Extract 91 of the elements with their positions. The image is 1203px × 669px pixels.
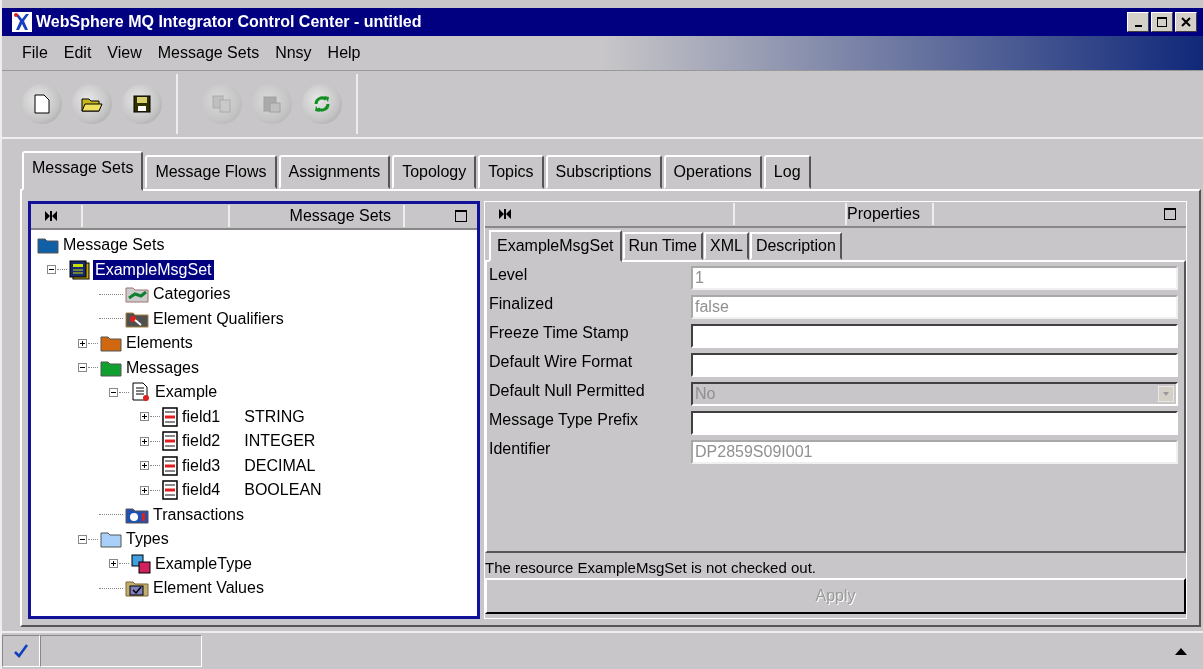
property-label: Default Wire Format	[489, 353, 634, 371]
input-field[interactable]	[691, 353, 1178, 377]
tree-item[interactable]: field1	[180, 406, 223, 427]
tab[interactable]: Assignments	[278, 155, 391, 189]
menu-item[interactable]: View	[107, 44, 142, 62]
tree-item[interactable]: Types	[124, 529, 171, 550]
menu-item[interactable]: File	[22, 44, 48, 62]
tree-item[interactable]: ExampleMsgSet	[93, 259, 214, 280]
field-icon	[162, 480, 178, 501]
maximize-icon[interactable]	[1164, 208, 1176, 220]
status-message: The resource ExampleMsgSet is not checked out.	[485, 558, 817, 578]
tab[interactable]: Message Flows	[145, 155, 277, 189]
collapse-icon[interactable]	[45, 211, 57, 221]
tree-item[interactable]: Categories	[151, 284, 233, 305]
refresh-icon	[312, 94, 332, 114]
check-icon	[13, 643, 29, 659]
expand-toggle[interactable]	[108, 558, 119, 570]
maximize-icon[interactable]	[455, 210, 467, 222]
collapse-icon[interactable]	[499, 209, 511, 219]
tree-item[interactable]: Transactions	[151, 504, 246, 525]
tab[interactable]: Log	[763, 155, 811, 189]
field-icon	[162, 455, 178, 476]
property-label: Freeze Time Stamp	[489, 324, 630, 342]
property-label: Message Type Prefix	[489, 411, 640, 429]
tab[interactable]: XML	[703, 232, 749, 260]
tree-item[interactable]: field4	[180, 480, 223, 501]
property-label: Finalized	[489, 295, 555, 313]
window-title: WebSphere MQ Integrator Control Center - untitled	[36, 13, 423, 31]
expand-toggle[interactable]	[139, 484, 150, 496]
folder-icon	[125, 505, 149, 524]
tree-item[interactable]: Element Values	[151, 578, 266, 599]
field-type: BOOLEAN	[244, 481, 322, 500]
tree-item[interactable]: Example	[153, 382, 220, 403]
minimize-button[interactable]	[1127, 12, 1149, 32]
collapse-toggle[interactable]	[77, 362, 88, 374]
tab[interactable]: Run Time	[622, 232, 703, 260]
field-type: STRING	[244, 407, 305, 426]
tree-item[interactable]: ExampleType	[153, 553, 254, 574]
copy-icon	[212, 95, 232, 113]
tab[interactable]: Subscriptions	[545, 155, 662, 189]
tab[interactable]: ExampleMsgSet	[489, 230, 622, 262]
field-type: DECIMAL	[244, 456, 316, 475]
input-field[interactable]	[691, 411, 1178, 435]
document-icon	[131, 382, 151, 403]
tab[interactable]: Topology	[392, 155, 477, 189]
folder-icon	[125, 285, 149, 304]
menu-item[interactable]: Nnsy	[275, 44, 312, 62]
property-label: Default Null Permitted	[489, 382, 646, 400]
tree-item[interactable]: field2	[180, 431, 223, 452]
tree-item[interactable]: field3	[180, 455, 223, 476]
checkbox-folder-icon	[125, 579, 149, 598]
field-icon	[162, 431, 178, 452]
tab[interactable]: Description	[749, 232, 842, 260]
dropdown-arrow-icon	[1158, 386, 1174, 402]
collapse-toggle[interactable]	[77, 533, 88, 545]
page-icon	[33, 94, 51, 114]
tab[interactable]: Operations	[663, 155, 762, 189]
expand-toggle[interactable]	[139, 411, 150, 423]
panel-title: Properties	[845, 203, 932, 225]
tree-item[interactable]: Messages	[124, 357, 201, 378]
field-icon	[162, 406, 178, 427]
expand-toggle[interactable]	[139, 435, 150, 447]
linked-squares-icon	[131, 553, 151, 574]
menu-item[interactable]: Help	[327, 44, 361, 62]
tree-item[interactable]: Elements	[124, 333, 195, 354]
tree-item[interactable]: Message Sets	[61, 235, 167, 256]
app-icon	[12, 12, 32, 32]
input-field[interactable]	[691, 324, 1178, 348]
clipboard-icon	[262, 95, 282, 113]
maximize-button[interactable]	[1151, 12, 1173, 32]
menu-item[interactable]: Edit	[63, 44, 92, 62]
menu-item[interactable]: Message Sets	[157, 44, 260, 62]
property-label: Identifier	[489, 440, 552, 458]
up-arrow-icon[interactable]	[1175, 647, 1187, 655]
panel-title: Message Sets	[228, 205, 403, 227]
document-set-icon	[69, 259, 91, 280]
maximize-icon	[1157, 17, 1167, 27]
property-label: Level	[489, 266, 529, 284]
folder-icon	[125, 309, 149, 328]
tree-item[interactable]: Element Qualifiers	[151, 308, 286, 329]
close-button[interactable]	[1175, 12, 1197, 32]
minimize-icon	[1134, 24, 1142, 27]
field-type: INTEGER	[244, 432, 316, 451]
folder-icon	[81, 95, 103, 113]
expand-toggle[interactable]	[139, 460, 150, 472]
close-icon	[1181, 17, 1191, 27]
tab[interactable]: Message Sets	[22, 151, 144, 191]
expand-toggle[interactable]	[77, 337, 88, 349]
collapse-toggle[interactable]	[46, 264, 57, 276]
tab[interactable]: Topics	[478, 155, 544, 189]
collapse-toggle[interactable]	[108, 386, 119, 398]
